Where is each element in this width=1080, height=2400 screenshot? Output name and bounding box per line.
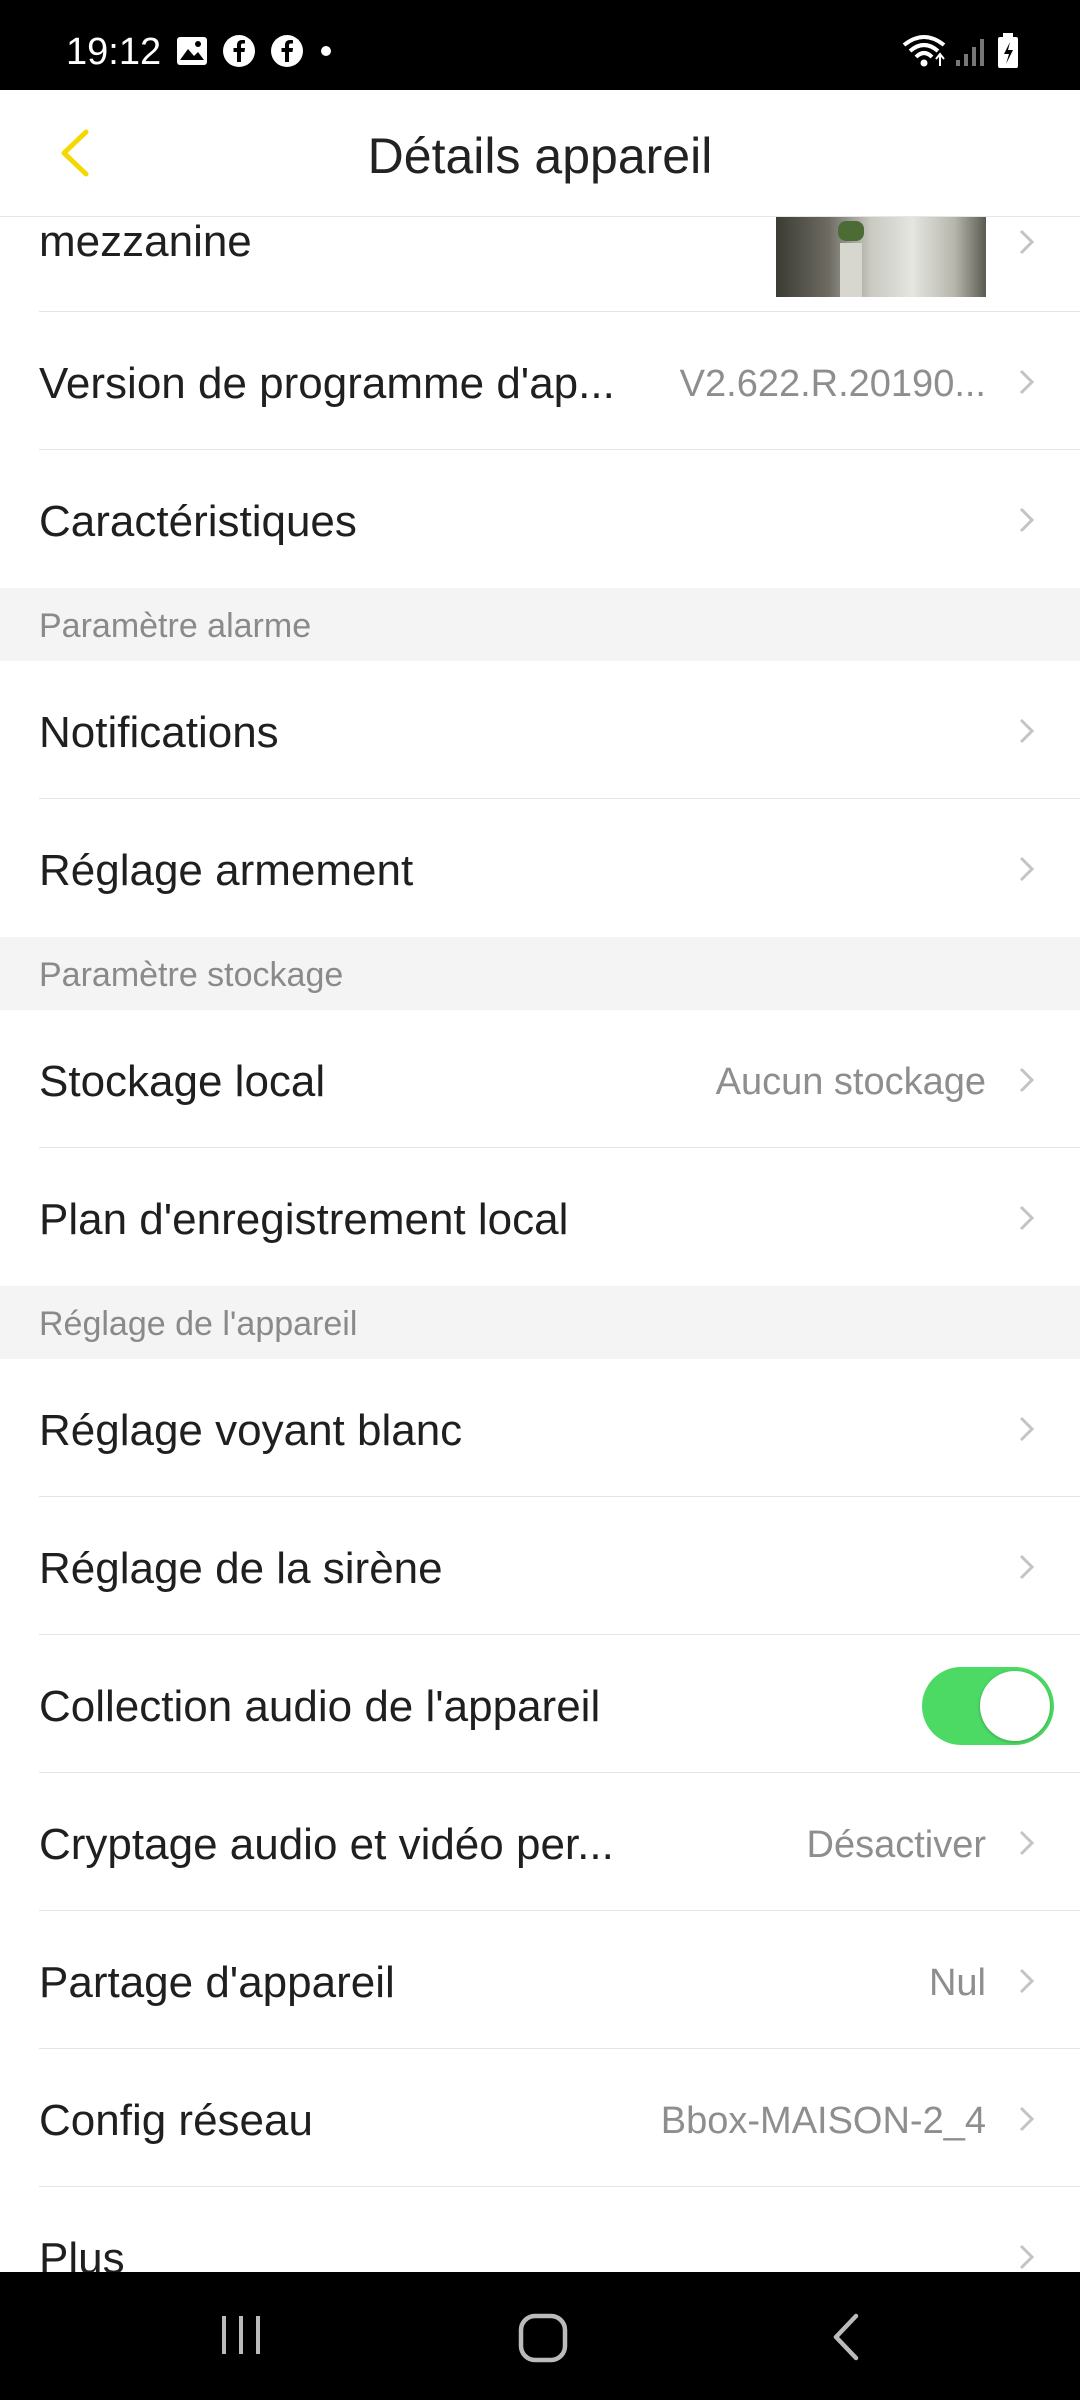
list-item-encryption[interactable]: Cryptage audio et vidéo per... Désactive…: [0, 1773, 1080, 1911]
list-item-notifications[interactable]: Notifications: [0, 661, 1080, 799]
row-label: Notifications: [39, 708, 279, 757]
list-item-arming-settings[interactable]: Réglage armement: [0, 799, 1080, 937]
chevron-right-icon: [1019, 1554, 1035, 1580]
list-item-characteristics[interactable]: Caractéristiques: [0, 450, 1080, 588]
row-label: Réglage armement: [39, 846, 414, 895]
section-title: Paramètre alarme: [39, 607, 312, 645]
notification-icons: [176, 34, 334, 68]
status-bar: 19:12: [0, 0, 1080, 90]
row-label: Réglage voyant blanc: [39, 1406, 463, 1455]
toggle-knob: [980, 1671, 1050, 1741]
audio-collection-toggle[interactable]: [922, 1667, 1054, 1745]
chevron-right-icon: [1019, 856, 1035, 882]
row-label: mezzanine: [39, 217, 252, 266]
list-item-local-storage[interactable]: Stockage local Aucun stockage: [0, 1010, 1080, 1148]
app-header: Détails appareil: [0, 90, 1080, 217]
chevron-right-icon: [1019, 1067, 1035, 1093]
chevron-right-icon: [1019, 1416, 1035, 1442]
row-label: Stockage local: [39, 1057, 326, 1106]
row-value: Nul: [928, 1962, 986, 2004]
battery-icon: [998, 33, 1018, 68]
list-item-white-light[interactable]: Réglage voyant blanc: [0, 1359, 1080, 1497]
row-label: Réglage de la sirène: [39, 1544, 443, 1593]
row-label: Cryptage audio et vidéo per...: [39, 1820, 614, 1869]
status-time: 19:12: [66, 31, 162, 73]
dot-icon: [321, 46, 331, 56]
page-title: Détails appareil: [367, 128, 713, 184]
system-nav-bar: [0, 2272, 1080, 2400]
section-title: Réglage de l'appareil: [39, 1305, 358, 1343]
image-icon: [177, 37, 207, 65]
section-header-storage: Paramètre stockage: [0, 937, 1080, 1010]
list-item-local-recording-plan[interactable]: Plan d'enregistrement local: [0, 1148, 1080, 1286]
row-label: Plus: [39, 2234, 125, 2272]
chevron-right-icon: [1019, 229, 1035, 255]
list-item-more[interactable]: Plus: [0, 2187, 1080, 2272]
section-header-device: Réglage de l'appareil: [0, 1286, 1080, 1359]
chevron-right-icon: [1019, 369, 1035, 395]
row-value: Bbox-MAISON-2_4: [660, 2100, 986, 2142]
row-label: Caractéristiques: [39, 497, 357, 546]
signal-icon: [956, 39, 984, 66]
row-label: Config réseau: [39, 2096, 313, 2145]
facebook-icon: [271, 35, 303, 67]
list-item-device-name[interactable]: mezzanine: [0, 217, 1080, 312]
row-label: Partage d'appareil: [39, 1958, 395, 2007]
row-value: V2.622.R.20190...: [679, 363, 986, 405]
row-label: Version de programme d'ap...: [39, 359, 615, 408]
section-header-alarm: Paramètre alarme: [0, 588, 1080, 661]
row-label: Plan d'enregistrement local: [39, 1195, 569, 1244]
wifi-icon: [902, 35, 946, 67]
chevron-right-icon: [1019, 718, 1035, 744]
list-item-network-config[interactable]: Config réseau Bbox-MAISON-2_4: [0, 2049, 1080, 2187]
settings-list[interactable]: mezzanine Version de programme d'ap... V…: [0, 217, 1080, 2272]
list-item-device-sharing[interactable]: Partage d'appareil Nul: [0, 1911, 1080, 2049]
chevron-right-icon: [1019, 1205, 1035, 1231]
chevron-right-icon: [1019, 1830, 1035, 1856]
row-value: Aucun stockage: [715, 1061, 986, 1103]
chevron-right-icon: [1019, 2244, 1035, 2270]
list-item-firmware-version[interactable]: Version de programme d'ap... V2.622.R.20…: [0, 312, 1080, 450]
chevron-right-icon: [1019, 2106, 1035, 2132]
facebook-icon: [223, 35, 255, 67]
recent-apps-icon[interactable]: [218, 2312, 264, 2358]
row-label: Collection audio de l'appareil: [39, 1682, 601, 1731]
list-item-audio-collection: Collection audio de l'appareil: [0, 1635, 1080, 1773]
section-title: Paramètre stockage: [39, 956, 344, 994]
chevron-right-icon: [1019, 1968, 1035, 1994]
chevron-right-icon: [1019, 507, 1035, 533]
home-icon[interactable]: [517, 2312, 569, 2364]
camera-thumbnail: [776, 217, 986, 297]
back-icon[interactable]: [828, 2312, 864, 2362]
system-icons: [902, 32, 1020, 70]
row-value: Désactiver: [806, 1824, 987, 1866]
list-item-siren[interactable]: Réglage de la sirène: [0, 1497, 1080, 1635]
